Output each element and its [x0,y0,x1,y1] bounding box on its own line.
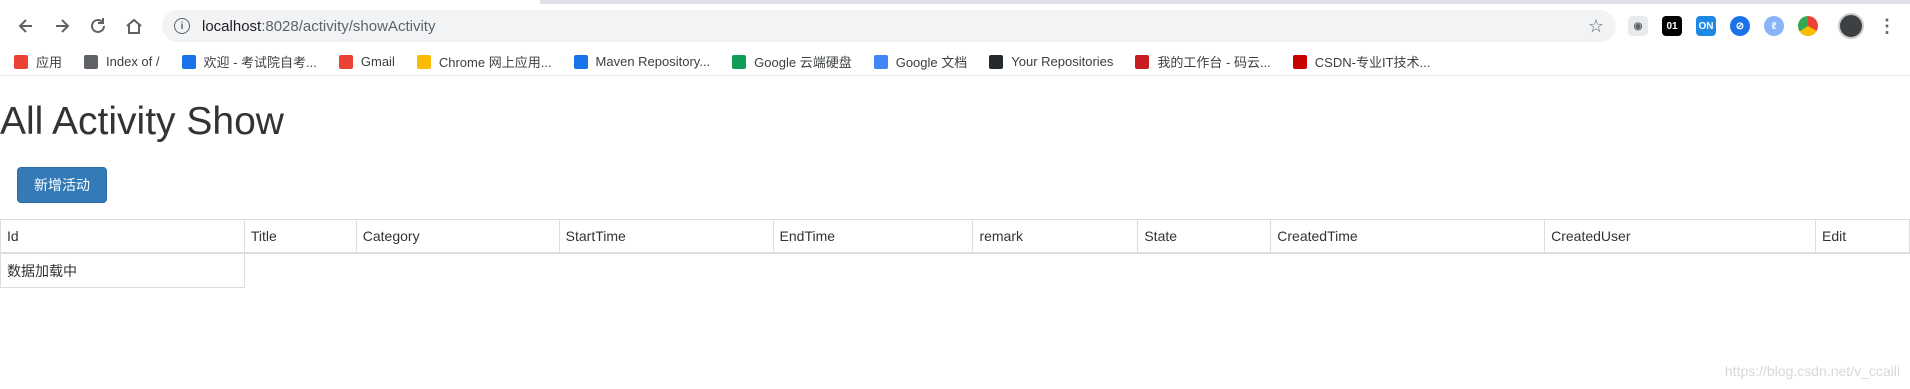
profile-avatar[interactable] [1838,13,1864,39]
bookmark-item[interactable]: Maven Repository... [573,54,711,69]
bookmark-item[interactable]: Google 云端硬盘 [732,52,852,71]
column-header: Category [355,218,560,255]
loading-cell: 数据加载中 [0,252,245,288]
bookmark-item[interactable]: CSDN-专业IT技术... [1292,52,1431,71]
bookmark-label: Google 云端硬盘 [754,55,852,70]
column-header: Edit [1814,218,1910,255]
site-icon [181,54,196,69]
bookmark-item[interactable]: Chrome 网上应用... [416,52,552,71]
bookmark-item[interactable]: Index of / [84,54,160,69]
activity-table: Id Title Category StartTime EndTime remark Sta… [0,218,1910,288]
maven-icon [573,54,588,69]
page-title: All Activity Show [0,100,284,143]
table-header-row: Id Title Category StartTime EndTime remark Sta… [0,218,1910,255]
github-icon [989,54,1004,69]
forward-icon[interactable] [44,8,80,44]
url-host: localhost [202,17,262,35]
extension-compass-icon[interactable]: ⊘ [1730,16,1750,36]
address-bar[interactable]: i localhost:8028/activity/showActivity ☆ [162,10,1616,42]
bookmark-item[interactable]: 欢迎 - 考试院自考... [181,52,317,71]
apps-grid-icon [14,54,28,69]
gmail-icon [338,54,353,69]
add-activity-button[interactable]: 新增活动 [17,166,107,203]
url-path: :8028/activity/showActivity [261,17,436,35]
gitee-icon [1135,54,1150,69]
bookmark-label: Index of / [106,54,160,69]
chrome-webstore-icon [416,54,431,69]
google-drive-icon [732,54,747,69]
back-icon[interactable] [8,8,44,44]
bookmark-label: Your Repositories [1011,54,1114,69]
extension-01-icon[interactable]: 01 [1662,16,1682,36]
bookmark-label: 我的工作台 - 码云... [1157,55,1271,70]
reload-icon[interactable] [80,8,116,44]
column-header: Title [243,218,357,255]
bookmark-star-icon[interactable]: ☆ [1588,16,1604,37]
column-header: CreatedUser [1544,218,1816,255]
bookmark-label: Google 文档 [895,55,968,70]
globe-icon [84,54,99,69]
menu-icon[interactable]: ⋮ [1878,16,1896,37]
extension-on-icon[interactable]: ON [1696,16,1716,36]
tab-strip [0,0,1910,4]
bookmark-label: CSDN-专业IT技术... [1314,55,1431,70]
bookmark-label: Gmail [360,54,395,69]
bookmarks-bar: 应用 Index of / 欢迎 - 考试院自考... Gmail Chrome 网上应… [0,48,1910,76]
bookmark-item[interactable]: 应用 [14,52,62,71]
column-header: EndTime [772,218,974,255]
column-header: State [1137,218,1272,255]
extension-feather-icon[interactable]: ℓ [1764,16,1784,36]
page-content: All Activity Show 新增活动 Id Title Category St… [0,76,1910,288]
bookmark-label: 欢迎 - 考试院自考... [203,55,317,70]
browser-toolbar: i localhost:8028/activity/showActivity ☆… [0,4,1910,48]
bookmark-label: Maven Repository... [595,54,711,69]
watermark: https://blog.csdn.net/v_ccaili [1724,363,1900,379]
google-docs-icon [873,54,888,69]
column-header: CreatedTime [1270,218,1546,255]
bookmark-item[interactable]: Your Repositories [989,54,1113,69]
extensions: ◉ 01 ON ⊘ ℓ [1628,16,1818,36]
bookmark-label: Chrome 网上应用... [438,55,552,70]
extension-chrome-icon[interactable] [1798,16,1818,36]
table-row: 数据加载中 [0,252,1910,288]
home-icon[interactable] [116,8,152,44]
bookmark-item[interactable]: Gmail [338,54,395,69]
column-header: remark [972,218,1139,255]
bookmark-label: 应用 [36,55,63,70]
active-tab[interactable] [0,0,540,4]
column-header: StartTime [558,218,774,255]
bookmark-item[interactable]: Google 文档 [873,52,968,71]
bookmark-item[interactable]: 我的工作台 - 码云... [1135,52,1271,71]
column-header: Id [0,218,245,255]
site-info-icon[interactable]: i [174,18,190,34]
csdn-icon [1292,54,1307,69]
extension-reader-icon[interactable]: ◉ [1628,16,1648,36]
